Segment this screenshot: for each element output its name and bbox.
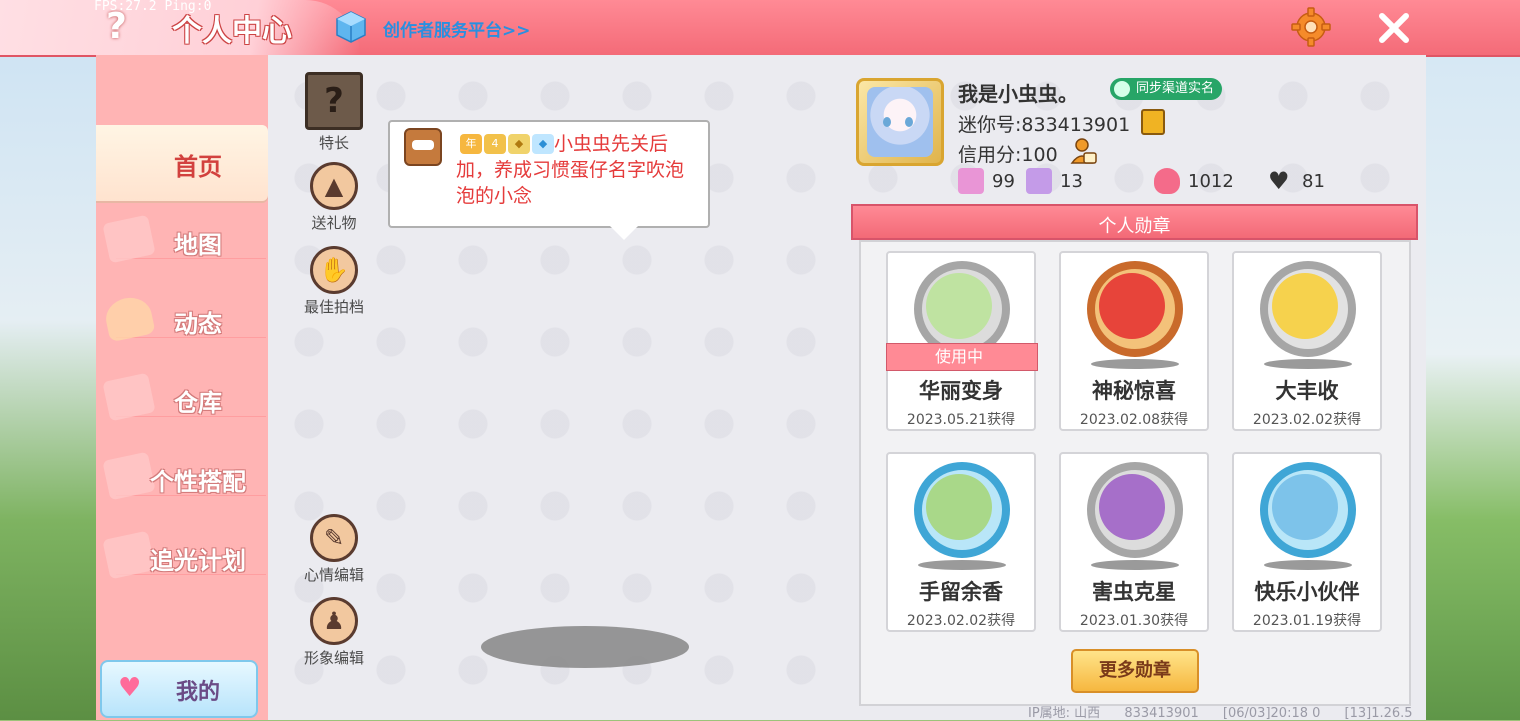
medal-core <box>926 273 992 339</box>
person-info-icon[interactable] <box>1070 137 1098 165</box>
crown-person-icon <box>1026 168 1052 194</box>
medal-pedestal <box>1264 560 1352 570</box>
avatar-eye <box>905 117 913 127</box>
best-partner-button[interactable]: ✋ 最佳拍档 <box>294 246 374 317</box>
medal-disc <box>1087 261 1183 357</box>
sidebar-item-outfit[interactable]: 个性搭配 <box>96 440 268 516</box>
medal-pedestal <box>918 560 1006 570</box>
plus-badge-icon <box>958 168 984 194</box>
speciality-label: 特长 <box>318 134 349 152</box>
footer-timestamp: [06/03]20:18 0 <box>1222 706 1321 721</box>
stat-value: 13 <box>1060 171 1083 192</box>
medal-disc <box>914 462 1010 558</box>
ip-location: IP属地: 山西 <box>1028 706 1101 721</box>
medal-name: 神秘惊喜 <box>1092 379 1176 403</box>
sidebar: 首页 地图 动态 仓库 个性搭配 追光计划 <box>96 55 268 720</box>
medal-date: 2023.02.02获得 <box>906 613 1016 629</box>
medal-card[interactable]: 神秘惊喜 2023.02.08获得 <box>1059 251 1209 431</box>
top-bar: ? 个人中心 创作者服务平台>> <box>0 0 1520 57</box>
medal-disc <box>1087 462 1183 558</box>
nickname: 我是小虫虫。 <box>958 82 1078 106</box>
avatar-mini-icon <box>404 128 442 166</box>
realname-badge-label: 同步渠道实名 <box>1136 81 1215 96</box>
medal-card[interactable]: 大丰收 2023.02.02获得 <box>1232 251 1382 431</box>
image-edit-button[interactable]: ♟ 形象编辑 <box>294 597 374 668</box>
speciality-button[interactable]: ? 特长 <box>294 72 374 153</box>
footer-uid: 833413901 <box>1124 706 1199 721</box>
sidebar-item-map[interactable]: 地图 <box>96 203 268 279</box>
my-button[interactable]: ♥ 我的 <box>100 660 258 718</box>
medal-name: 快乐小伙伴 <box>1254 580 1360 604</box>
background-left <box>0 55 96 720</box>
medal-pedestal <box>1091 359 1179 369</box>
medal-name: 华丽变身 <box>919 379 1003 403</box>
medal-core <box>926 474 992 540</box>
best-partner-label: 最佳拍档 <box>303 298 364 316</box>
sidebar-item-light-plan[interactable]: 追光计划 <box>96 519 268 595</box>
question-block-icon: ? <box>305 72 363 130</box>
stat-value: 81 <box>1302 171 1325 192</box>
medal-disc <box>1260 261 1356 357</box>
sidebar-item-warehouse[interactable]: 仓库 <box>96 361 268 437</box>
footer-info: IP属地: 山西 833413901 [06/03]20:18 0 [13]1.… <box>1028 702 1433 721</box>
sidebar-item-home[interactable]: 首页 <box>96 125 268 201</box>
medal-name: 大丰收 <box>1275 379 1339 403</box>
broken-heart-icon: ♥ <box>1268 167 1290 195</box>
in-use-tag: 使用中 <box>886 343 1038 371</box>
edit-icon: ✎ <box>310 514 358 562</box>
my-button-label: 我的 <box>176 680 221 705</box>
medal-pedestal <box>1264 359 1352 369</box>
medal-card[interactable]: 手留余香 2023.02.02获得 <box>886 452 1036 632</box>
mood-text: 小虫虫先关后加，养成习惯蛋仔名字吹泡泡的小念 <box>456 133 685 207</box>
medals-title: 个人勋章 <box>1098 216 1171 237</box>
cube-icon[interactable] <box>334 10 368 44</box>
stat-value: 99 <box>992 171 1015 192</box>
medal-core <box>1099 474 1165 540</box>
realname-badge[interactable]: 同步渠道实名 <box>1110 78 1223 100</box>
send-gift-label: 送礼物 <box>311 214 357 232</box>
medal-date: 2023.05.21获得 <box>906 412 1016 428</box>
send-gift-button[interactable]: ▲ 送礼物 <box>294 162 374 233</box>
avatar[interactable] <box>856 78 944 166</box>
mood-edit-label: 心情编辑 <box>303 566 364 584</box>
medal-pedestal <box>1091 560 1179 570</box>
mini-id: 迷你号:833413901 <box>958 114 1131 136</box>
character-shadow <box>481 626 689 668</box>
copy-icon[interactable] <box>1141 109 1165 135</box>
more-medals-button[interactable]: 更多勋章 <box>1071 649 1199 693</box>
footer-version: [13]1.26.5 <box>1344 706 1413 721</box>
mood-edit-button[interactable]: ✎ 心情编辑 <box>294 514 374 585</box>
creator-platform-link[interactable]: 创作者服务平台>> <box>383 16 531 41</box>
avatar-face <box>867 87 933 157</box>
handshake-icon: ✋ <box>310 246 358 294</box>
credit-score: 信用分:100 <box>958 144 1058 166</box>
medal-core <box>1099 273 1165 339</box>
medal-date: 2023.01.30获得 <box>1079 613 1189 629</box>
medal-date: 2023.01.19获得 <box>1252 613 1362 629</box>
heart-icon: ♥ <box>118 673 142 703</box>
sidebar-item-feed[interactable]: 动态 <box>96 282 268 358</box>
stat-value: 1012 <box>1188 171 1234 192</box>
medal-date: 2023.02.02获得 <box>1252 412 1362 428</box>
avatar-eye <box>883 117 891 127</box>
flame-icon <box>1154 168 1180 194</box>
medals-header: 个人勋章 <box>851 204 1418 240</box>
medal-card[interactable]: 快乐小伙伴 2023.01.19获得 <box>1232 452 1382 632</box>
medal-disc <box>1260 462 1356 558</box>
background-right <box>1424 55 1520 720</box>
medal-date: 2023.02.08获得 <box>1079 412 1189 428</box>
medal-card[interactable]: 害虫克星 2023.01.30获得 <box>1059 452 1209 632</box>
person-icon <box>1114 81 1130 97</box>
close-icon[interactable] <box>1374 8 1414 48</box>
medal-core <box>1272 273 1338 339</box>
gear-icon[interactable] <box>1290 6 1332 48</box>
image-edit-label: 形象编辑 <box>303 649 364 667</box>
medal-name: 害虫克星 <box>1092 580 1176 604</box>
medal-core <box>1272 474 1338 540</box>
fps-readout: FPS:27.2 Ping:0 <box>94 0 212 14</box>
outfit-icon: ♟ <box>310 597 358 645</box>
medal-card[interactable]: 使用中 华丽变身 2023.05.21获得 <box>886 251 1038 431</box>
gift-boot-icon: ▲ <box>310 162 358 210</box>
medal-name: 手留余香 <box>919 580 1003 604</box>
